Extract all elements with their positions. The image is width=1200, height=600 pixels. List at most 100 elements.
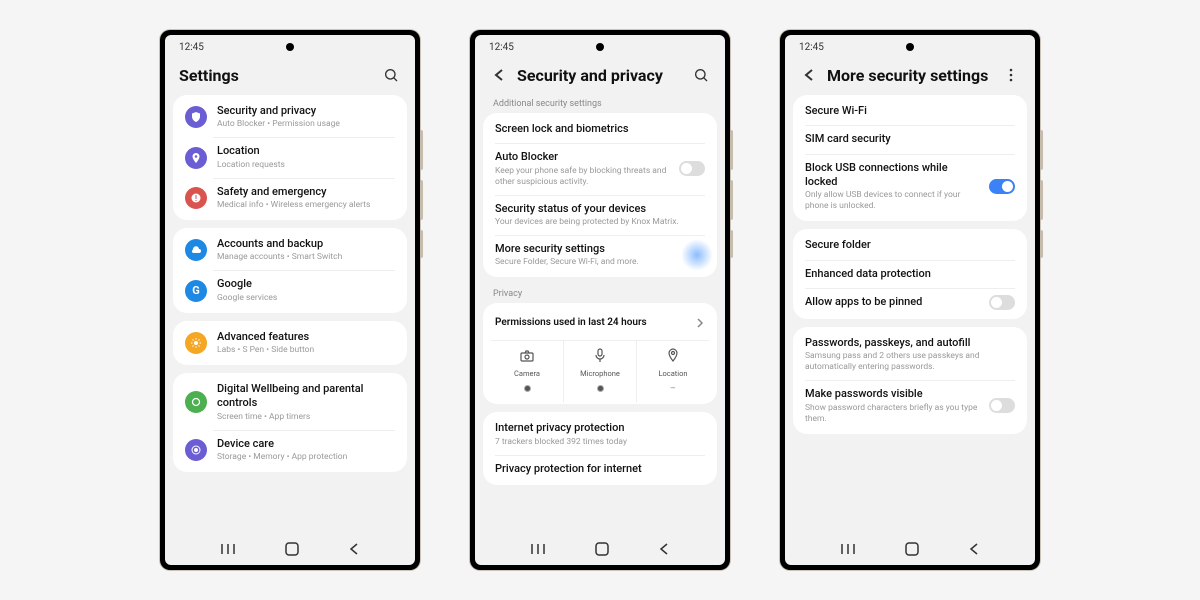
permissions-title: Permissions used in last 24 hours [495, 317, 647, 328]
item-title: Privacy protection for internet [495, 462, 705, 476]
perm-location[interactable]: Location – [636, 341, 709, 402]
item-block-usb[interactable]: Block USB connections while locked Only … [793, 154, 1027, 220]
item-sub: Screen time • App timers [217, 412, 395, 423]
settings-item-accounts[interactable]: Accounts and backup Manage accounts • Sm… [173, 230, 407, 270]
item-screen-lock[interactable]: Screen lock and biometrics [483, 115, 717, 143]
settings-item-devicecare[interactable]: Device care Storage • Memory • App prote… [173, 430, 407, 470]
item-title: Auto Blocker [495, 150, 669, 164]
home-icon[interactable] [595, 541, 609, 560]
toggle-pin-apps[interactable] [989, 295, 1015, 310]
item-title: Secure Wi-Fi [805, 104, 1015, 118]
recents-icon[interactable] [530, 541, 546, 560]
mic-icon [595, 347, 605, 366]
item-pin-apps[interactable]: Allow apps to be pinned [793, 288, 1027, 317]
page-title: Security and privacy [517, 66, 683, 85]
side-button [420, 230, 423, 258]
nav-bar [165, 535, 415, 565]
toggle-block-usb[interactable] [989, 179, 1015, 194]
side-button [420, 180, 423, 220]
settings-item-safety[interactable]: Safety and emergency Medical info • Wire… [173, 178, 407, 218]
home-icon[interactable] [905, 541, 919, 560]
tap-highlight [681, 239, 713, 271]
perm-microphone[interactable]: Microphone [563, 341, 636, 402]
camera-icon [520, 347, 534, 366]
item-title: SIM card security [805, 132, 1015, 146]
item-sim-security[interactable]: SIM card security [793, 125, 1027, 153]
pin-icon [185, 147, 207, 169]
toggle-passwords-visible[interactable] [989, 398, 1015, 413]
item-security-status[interactable]: Security status of your devices Your dev… [483, 195, 717, 235]
nav-bar [785, 535, 1035, 565]
item-sub: 7 trackers blocked 392 times today [495, 437, 705, 448]
search-icon[interactable] [691, 65, 711, 85]
item-enhanced-data[interactable]: Enhanced data protection [793, 260, 1027, 288]
back-icon[interactable] [658, 541, 670, 560]
item-auto-blocker[interactable]: Auto Blocker Keep your phone safe by blo… [483, 143, 717, 194]
permissions-card-header[interactable]: Permissions used in last 24 hours [483, 305, 717, 336]
item-title: Location [217, 144, 395, 158]
recents-icon[interactable] [840, 541, 856, 560]
settings-item-security[interactable]: Security and privacy Auto Blocker • Perm… [173, 97, 407, 137]
phone-settings: 12:45 Settings Security and privacy Auto… [160, 30, 420, 570]
item-title: Block USB connections while locked [805, 161, 979, 190]
item-title: Allow apps to be pinned [805, 295, 979, 309]
perm-label: Camera [514, 369, 540, 378]
side-button [1040, 230, 1043, 258]
item-privacy-protection[interactable]: Privacy protection for internet [483, 455, 717, 483]
phone-more-security: 12:45 More security settings Secure Wi-F… [780, 30, 1040, 570]
item-title: Internet privacy protection [495, 421, 705, 435]
alert-icon [185, 187, 207, 209]
side-button [1040, 130, 1043, 170]
back-icon[interactable] [489, 65, 509, 85]
item-title: Secure folder [805, 238, 1015, 252]
activity-dot [597, 385, 604, 392]
item-more-security[interactable]: More security settings Secure Folder, Se… [483, 235, 717, 275]
item-sub: Storage • Memory • App protection [217, 452, 395, 463]
search-icon[interactable] [381, 65, 401, 85]
side-button [730, 130, 733, 170]
item-title: Google [217, 277, 395, 291]
item-secure-folder[interactable]: Secure folder [793, 231, 1027, 259]
item-sub: Your devices are being protected by Knox… [495, 217, 705, 228]
nav-bar [475, 535, 725, 565]
status-time: 12:45 [799, 42, 824, 53]
item-sub: Location requests [217, 160, 395, 171]
item-passwords-visible[interactable]: Make passwords visible Show password cha… [793, 380, 1027, 431]
settings-item-google[interactable]: G Google Google services [173, 270, 407, 310]
security-list: Additional security settings Screen lock… [475, 95, 725, 535]
permissions-grid: Camera Microphone Location – [491, 340, 709, 402]
item-title: Accounts and backup [217, 237, 395, 251]
recents-icon[interactable] [220, 541, 236, 560]
toggle-auto-blocker[interactable] [679, 161, 705, 176]
home-icon[interactable] [285, 541, 299, 560]
back-icon[interactable] [968, 541, 980, 560]
side-button [1040, 180, 1043, 220]
phone-security-privacy: 12:45 Security and privacy Additional se… [470, 30, 730, 570]
settings-item-location[interactable]: Location Location requests [173, 137, 407, 177]
activity-none: – [670, 384, 676, 394]
perm-camera[interactable]: Camera [491, 341, 563, 402]
item-title: Enhanced data protection [805, 267, 1015, 281]
header: More security settings [785, 59, 1035, 95]
item-secure-wifi[interactable]: Secure Wi-Fi [793, 97, 1027, 125]
settings-item-advanced[interactable]: Advanced features Labs • S Pen • Side bu… [173, 323, 407, 363]
camera-cutout [596, 43, 604, 51]
camera-cutout [286, 43, 294, 51]
item-title: Screen lock and biometrics [495, 122, 705, 136]
item-passwords-autofill[interactable]: Passwords, passkeys, and autofill Samsun… [793, 329, 1027, 380]
more-icon[interactable] [1001, 65, 1021, 85]
item-internet-privacy[interactable]: Internet privacy protection 7 trackers b… [483, 414, 717, 454]
side-button [420, 130, 423, 170]
item-sub: Secure Folder, Secure Wi-Fi, and more. [495, 257, 705, 268]
more-security-list: Secure Wi-Fi SIM card security Block USB… [785, 95, 1035, 535]
item-title: Security and privacy [217, 104, 395, 118]
item-sub: Keep your phone safe by blocking threats… [495, 166, 669, 188]
perm-label: Location [658, 369, 687, 378]
activity-dot [524, 385, 531, 392]
shield-icon [185, 106, 207, 128]
settings-list: Security and privacy Auto Blocker • Perm… [165, 95, 415, 535]
item-sub: Samsung pass and 2 others use passkeys a… [805, 351, 1015, 373]
back-icon[interactable] [799, 65, 819, 85]
back-icon[interactable] [348, 541, 360, 560]
settings-item-wellbeing[interactable]: Digital Wellbeing and parental controls … [173, 375, 407, 430]
